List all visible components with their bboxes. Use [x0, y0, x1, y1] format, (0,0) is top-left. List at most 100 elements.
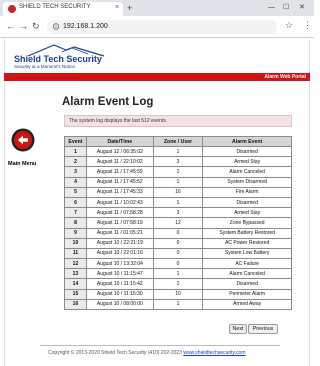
datetime-cell: August 10 / 22:21:19: [85, 237, 154, 249]
table-row: 6 August 11 / 10:02:43 1 Disarmed: [64, 196, 292, 209]
datetime-cell: August 10 / 11:15:30: [85, 288, 154, 300]
event-number-cell: 10: [64, 237, 87, 249]
portal-link[interactable]: Alarm Web Portal: [264, 73, 306, 81]
zone-user-cell: 3: [152, 156, 204, 168]
brand-tagline: Security at a Moment's Notice: [14, 64, 75, 69]
footer: Copyright © 2013-2020 Shield Tech Securi…: [48, 350, 246, 356]
back-arrow-icon: [11, 128, 35, 152]
table-row: 9 August 11 / 01:05:21 0 System Battery Res…: [64, 227, 292, 239]
alarm-event-cell: System Battery Restored: [202, 227, 292, 239]
next-button[interactable]: Next: [229, 324, 247, 334]
browser-menu-icon[interactable]: ⋮: [303, 20, 312, 31]
header-bar: Alarm Web Portal: [4, 73, 310, 81]
zone-user-cell: 10: [152, 288, 204, 300]
zone-user-cell: 0: [152, 247, 204, 260]
notice-box: The system log displays the last 512 eve…: [64, 115, 292, 127]
event-number-cell: 2: [64, 156, 87, 168]
brand-name: Shield Tech Security: [14, 54, 102, 64]
table-row: 10 August 10 / 22:21:19 0 AC Power Restored: [64, 237, 292, 249]
datetime-cell: August 11 / 17:45:33: [85, 186, 154, 198]
event-number-cell: 13: [64, 268, 87, 280]
event-table: Event Date/Time Zone / User Alarm Event …: [64, 136, 292, 311]
datetime-cell: August 10 / 11:15:42: [85, 278, 154, 290]
alarm-event-cell: Armed Stay: [202, 207, 292, 219]
footer-website-link[interactable]: www.shieldtechsecurity.com: [183, 350, 245, 356]
datetime-cell: August 11 / 17:45:59: [85, 166, 154, 178]
alarm-event-cell: System Low Battery: [202, 247, 292, 260]
minimize-button[interactable]: —: [268, 3, 275, 12]
table-row: 8 August 11 / 07:58:19 12 Zone Bypassed: [64, 217, 292, 229]
zone-user-cell: 1: [152, 268, 204, 280]
alarm-event-cell: Armed Stay: [202, 156, 292, 168]
tab-title: SHIELD TECH SECURITY: [19, 4, 91, 10]
datetime-cell: August 11 / 07:58:19: [85, 217, 154, 229]
zone-user-cell: 0: [152, 258, 204, 270]
event-number-cell: 7: [64, 207, 87, 219]
table-row: 16 August 10 / 08:00:00 1 Armed Away: [64, 298, 292, 311]
event-number-cell: 11: [64, 247, 87, 260]
zone-user-cell: 0: [152, 227, 204, 239]
maximize-button[interactable]: ☐: [283, 3, 289, 12]
datetime-cell: August 10 / 13:32:04: [85, 258, 154, 270]
zone-user-cell: 1: [152, 166, 204, 178]
datetime-cell: August 12 / 06:35:02: [85, 145, 154, 158]
zone-user-cell: 16: [152, 186, 204, 198]
tab-close-icon[interactable]: ×: [115, 3, 119, 13]
event-number-cell: 12: [64, 258, 87, 270]
browser-tab[interactable]: SHIELD TECH SECURITY ×: [3, 2, 123, 16]
alarm-event-cell: AC Power Restored: [202, 237, 292, 249]
event-number-cell: 16: [64, 298, 87, 311]
table-row: 5 August 11 / 17:45:33 16 Fire Alarm: [64, 186, 292, 198]
alarm-event-cell: Disarmed: [202, 145, 292, 158]
event-number-cell: 5: [64, 186, 87, 198]
table-row: 4 August 11 / 17:45:52 1 System Disarmed: [64, 176, 292, 188]
event-number-cell: 9: [64, 227, 87, 239]
favicon-icon: [8, 5, 16, 13]
table-row: 3 August 11 / 17:45:59 1 Alarm Canceled: [64, 166, 292, 178]
table-row: 13 August 10 / 11:15:47 1 Alarm Canceled: [64, 268, 292, 280]
info-icon[interactable]: [53, 23, 59, 30]
bookmark-star-icon[interactable]: ☆: [285, 20, 293, 31]
new-tab-button[interactable]: +: [127, 3, 132, 13]
datetime-cell: August 10 / 11:15:47: [85, 268, 154, 280]
zone-user-cell: 3: [152, 207, 204, 219]
datetime-cell: August 11 / 17:45:52: [85, 176, 154, 188]
alarm-event-cell: System Disarmed: [202, 176, 292, 188]
column-header-alarm-event: Alarm Event: [202, 136, 292, 147]
zone-user-cell: 1: [152, 196, 204, 209]
event-number-cell: 8: [64, 217, 87, 229]
alarm-event-cell: Alarm Canceled: [202, 166, 292, 178]
browser-titlebar: SHIELD TECH SECURITY × + — ☐ ✕: [0, 0, 314, 16]
forward-button[interactable]: →: [19, 21, 28, 32]
previous-button[interactable]: Previous: [248, 324, 278, 334]
notice-text: The system log displays the last 512 eve…: [69, 118, 168, 124]
alarm-event-cell: AC Failure: [202, 258, 292, 270]
table-row: 12 August 10 / 13:32:04 0 AC Failure: [64, 258, 292, 270]
datetime-cell: August 11 / 10:02:43: [85, 196, 154, 209]
table-row: 7 August 11 / 07:58:28 3 Armed Stay: [64, 207, 292, 219]
alarm-event-cell: Perimeter Alarm: [202, 288, 292, 300]
back-button[interactable]: ←: [6, 21, 15, 32]
alarm-event-cell: Fire Alarm: [202, 186, 292, 198]
table-row: 1 August 12 / 06:35:02 1 Disarmed: [64, 145, 292, 158]
alarm-event-cell: Disarmed: [202, 196, 292, 209]
zone-user-cell: 1: [152, 298, 204, 311]
event-number-cell: 6: [64, 196, 87, 209]
datetime-cell: August 11 / 01:05:21: [85, 227, 154, 239]
zone-user-cell: 1: [152, 176, 204, 188]
datetime-cell: August 11 / 22:10:02: [85, 156, 154, 168]
table-row: 11 August 10 / 22:01:16 0 System Low Batter…: [64, 247, 292, 260]
footer-copyright: Copyright © 2013-2020 Shield Tech Securi…: [48, 350, 184, 356]
datetime-cell: August 10 / 22:01:16: [85, 247, 154, 260]
table-row: 15 August 10 / 11:15:30 10 Perimeter Alarm: [64, 288, 292, 300]
address-bar: ← → ↻ 192.168.1.200: [0, 16, 314, 38]
url-text: 192.168.1.200: [63, 23, 108, 30]
zone-user-cell: 1: [152, 145, 204, 158]
reload-button[interactable]: ↻: [32, 21, 40, 32]
table-row: 2 August 11 / 22:10:02 3 Armed Stay: [64, 156, 292, 168]
url-field[interactable]: 192.168.1.200: [47, 20, 277, 34]
close-window-button[interactable]: ✕: [299, 3, 305, 12]
datetime-cell: August 11 / 07:58:28: [85, 207, 154, 219]
zone-user-cell: 1: [152, 278, 204, 290]
column-header-datetime: Date/Time: [85, 136, 154, 147]
